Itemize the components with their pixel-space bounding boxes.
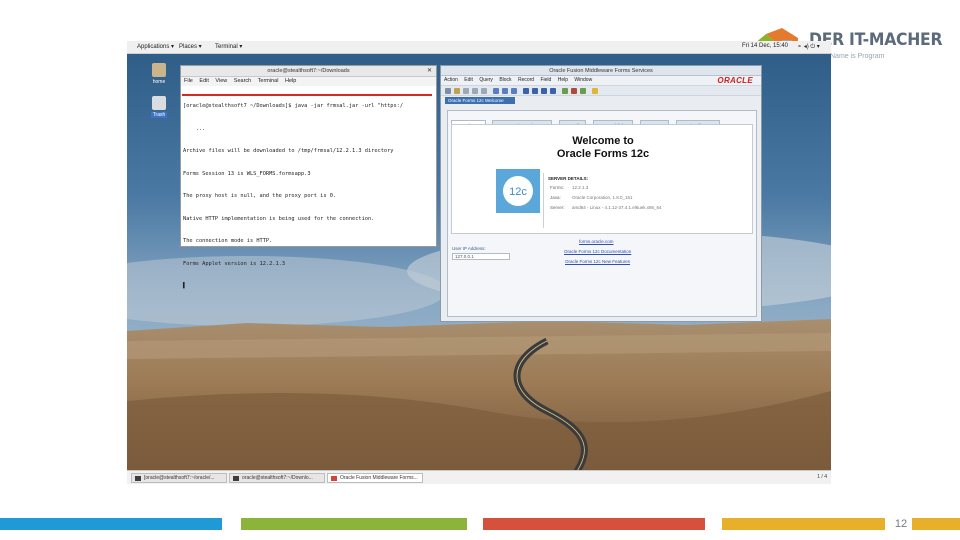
terminal-line: Forms Session 13 is WLS_FORMS.formsapp.3 (183, 170, 311, 177)
footer-bar-yellow-left (722, 518, 885, 530)
desktop-icon-home[interactable]: home (144, 63, 174, 85)
clock[interactable]: Fri 14 Dec, 15:40 (742, 43, 788, 49)
terminal-line: The proxy host is null, and the proxy po… (183, 193, 337, 199)
bottom-taskbar: [oracle@stealthsoft7:~/oracle/... oracle… (127, 470, 831, 484)
footer-bar-blue (0, 518, 222, 530)
oracle-forms-icon (331, 476, 337, 481)
menu-search[interactable]: Search (234, 78, 251, 84)
execute-query-icon[interactable] (502, 88, 508, 94)
cancel-query-icon[interactable] (511, 88, 517, 94)
insert-record-icon[interactable] (562, 88, 568, 94)
terminal-menu[interactable]: Terminal ▾ (215, 43, 242, 50)
workspace-pager[interactable]: 1 / 4 (817, 474, 827, 480)
server-details-heading: SERVER DETAILS: (548, 176, 589, 181)
forms-12c-badge: 12c (496, 169, 540, 213)
terminal-icon (233, 476, 239, 481)
terminal-cursor: ▌ (183, 283, 187, 289)
terminal-window[interactable]: oracle@stealthsoft7:~/Downloads ✕ File E… (180, 65, 437, 289)
menu-help[interactable]: Help (285, 78, 296, 84)
server-details: SERVER DETAILS: Forms: 12.2.1.3 Java: Or… (543, 173, 707, 228)
applications-menu[interactable]: Applications ▾ (137, 43, 174, 50)
terminal-line: Native HTTP implementation is being used… (183, 215, 375, 222)
first-record-icon[interactable] (523, 88, 529, 94)
copy-icon[interactable] (472, 88, 478, 94)
taskbar-item-oracle-forms[interactable]: Oracle Fusion Middleware Forms... (327, 473, 423, 483)
server-row-java: Java: Oracle Corporation, 1.8.0_151 (550, 195, 633, 200)
previous-record-icon[interactable] (532, 88, 538, 94)
save-icon[interactable] (445, 88, 451, 94)
user-ip-label: User IP Address: (452, 246, 486, 251)
badge-label: 12c (509, 186, 527, 198)
trash-icon (152, 96, 166, 110)
forms-toolbar (441, 85, 761, 96)
oracle-logo: ORACLE (717, 76, 753, 85)
terminal-icon (135, 476, 141, 481)
forms-status-tab[interactable]: Oracle Forms 12c Welcome (445, 97, 515, 104)
server-row-server: Server: amd64 - Linux - 4.1.12-37.4.1.el… (550, 205, 662, 210)
delete-record-icon[interactable] (571, 88, 577, 94)
print-icon[interactable] (454, 88, 460, 94)
menu-help[interactable]: Help (558, 77, 568, 83)
gnome-top-bar: Applications ▾ Places ▾ Terminal ▾ Fri 1… (127, 41, 831, 54)
menu-query[interactable]: Query (479, 77, 493, 83)
terminal-line: Archive files will be downloaded to /tmp… (183, 148, 394, 154)
link-documentation[interactable]: Oracle Forms 12c Documentation (564, 249, 631, 254)
paste-icon[interactable] (481, 88, 487, 94)
menu-field[interactable]: Field (540, 77, 551, 83)
cut-icon[interactable] (463, 88, 469, 94)
oracle-forms-window[interactable]: Oracle Fusion Middleware Forms Services … (440, 65, 762, 322)
next-record-icon[interactable] (541, 88, 547, 94)
enter-query-icon[interactable] (493, 88, 499, 94)
help-icon[interactable] (592, 88, 598, 94)
menu-action[interactable]: Action (444, 77, 458, 83)
taskbar-item-terminal-1[interactable]: [oracle@stealthsoft7:~/oracle/... (131, 473, 227, 483)
forms-tab-strip: Welcome Properties and Events Audio BI-P… (451, 114, 722, 129)
menu-block[interactable]: Block (499, 77, 511, 83)
terminal-titlebar[interactable]: oracle@stealthsoft7:~/Downloads ✕ (181, 66, 436, 77)
close-icon[interactable]: ✕ (426, 68, 433, 75)
link-new-features[interactable]: Oracle Forms 12c New Features (565, 259, 630, 264)
forms-menubar: Action Edit Query Block Record Field Hel… (441, 76, 761, 85)
welcome-heading: Welcome to Oracle Forms 12c (556, 135, 650, 160)
menu-edit[interactable]: Edit (464, 77, 473, 83)
terminal-line: Forms Applet version is 12.2.1.3 (183, 260, 286, 267)
forms-titlebar[interactable]: Oracle Fusion Middleware Forms Services (441, 66, 761, 76)
welcome-content: Welcome to Oracle Forms 12c 12c SERVER D… (451, 124, 753, 234)
footer-bar-yellow-right (912, 518, 960, 530)
footer-bar-green (241, 518, 467, 530)
lock-record-icon[interactable] (580, 88, 586, 94)
page-number: 12 (894, 518, 908, 530)
forms-canvas: Welcome Properties and Events Audio BI-P… (447, 110, 757, 317)
desktop-screenshot: Applications ▾ Places ▾ Terminal ▾ Fri 1… (127, 41, 831, 484)
desktop-icon-trash[interactable]: Trash (144, 96, 174, 118)
terminal-output[interactable]: [oracle@stealthsoft7 ~/Downloads]$ java … (181, 86, 436, 308)
terminal-menubar: File Edit View Search Terminal Help (181, 77, 436, 86)
menu-file[interactable]: File (184, 78, 193, 84)
last-record-icon[interactable] (550, 88, 556, 94)
brand-subtitle: Name is Program (830, 53, 885, 60)
menu-terminal[interactable]: Terminal (258, 78, 279, 84)
taskbar-item-terminal-2[interactable]: oracle@stealthsoft7:~/Downlo... (229, 473, 325, 483)
menu-edit[interactable]: Edit (199, 78, 208, 84)
highlight-underline (182, 94, 432, 96)
home-folder-icon (152, 63, 166, 77)
user-ip-field[interactable]: 127.0.0.1 (452, 253, 510, 260)
system-status-icons[interactable]: ⚬ ◂) ⏻ ▾ (797, 43, 820, 51)
menu-view[interactable]: View (215, 78, 227, 84)
terminal-line: The connection mode is HTTP. (183, 238, 273, 244)
footer-bar-red (483, 518, 705, 530)
terminal-line: [oracle@stealthsoft7 ~/Downloads]$ java … (183, 103, 404, 109)
menu-record[interactable]: Record (518, 77, 534, 83)
link-forms-site[interactable]: forms.oracle.com (579, 239, 614, 244)
menu-window[interactable]: Window (574, 77, 592, 83)
terminal-line: ... (183, 125, 206, 132)
places-menu[interactable]: Places ▾ (179, 43, 202, 50)
server-row-forms: Forms: 12.2.1.3 (550, 185, 589, 190)
